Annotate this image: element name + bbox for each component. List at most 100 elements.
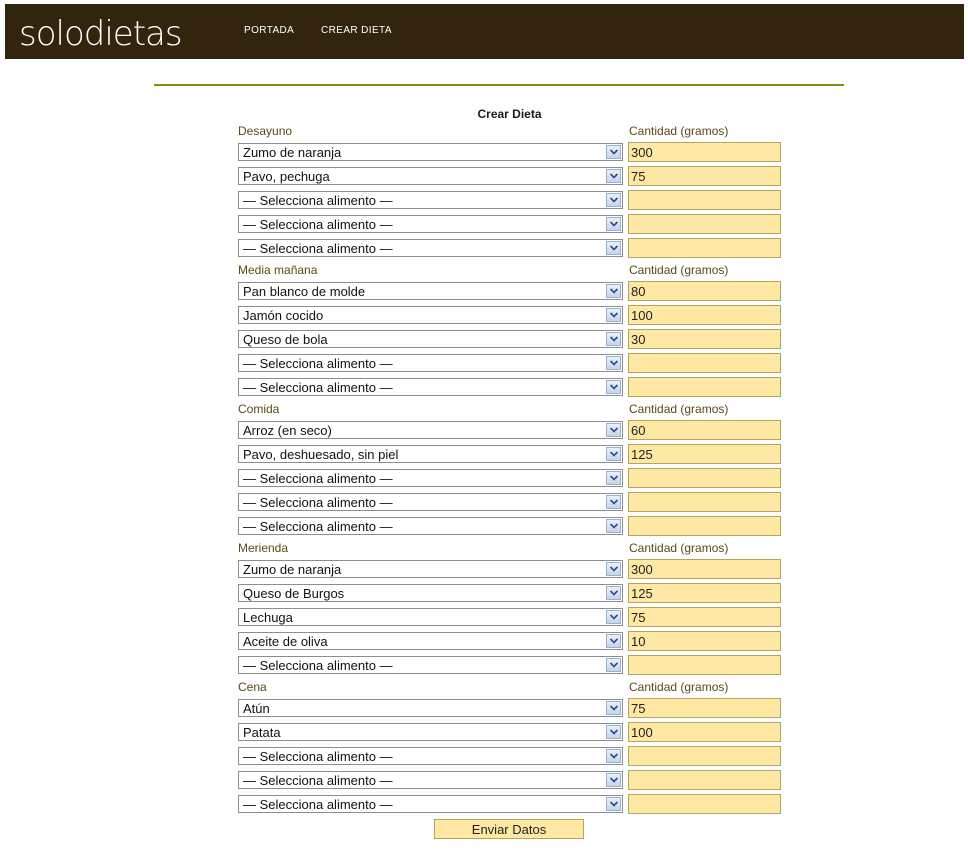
food-select[interactable]: Atún — [238, 699, 623, 717]
quantity-header: Cantidad (gramos) — [629, 402, 729, 416]
food-select[interactable]: — Selecciona alimento — — [238, 191, 623, 209]
chevron-down-icon[interactable] — [606, 284, 621, 298]
submit-button[interactable]: Enviar Datos — [434, 819, 584, 839]
food-select[interactable]: — Selecciona alimento — — [238, 795, 623, 813]
quantity-input[interactable] — [628, 281, 781, 301]
food-select[interactable]: Zumo de naranja — [238, 143, 623, 161]
quantity-input[interactable] — [628, 770, 781, 790]
chevron-down-icon[interactable] — [606, 773, 621, 787]
chevron-down-icon[interactable] — [606, 495, 621, 509]
quantity-input[interactable] — [628, 468, 781, 488]
food-select-value: Aceite de oliva — [243, 634, 328, 649]
food-select[interactable]: — Selecciona alimento — — [238, 656, 623, 674]
quantity-input[interactable] — [628, 492, 781, 512]
chevron-down-icon[interactable] — [606, 562, 621, 576]
food-select[interactable]: Queso de Burgos — [238, 584, 623, 602]
chevron-down-icon[interactable] — [606, 217, 621, 231]
nav-portada-link[interactable]: PORTADA — [244, 25, 294, 36]
food-select-value: — Selecciona alimento — — [243, 193, 393, 208]
food-select[interactable]: Aceite de oliva — [238, 632, 623, 650]
quantity-input[interactable] — [628, 444, 781, 464]
food-select-value: — Selecciona alimento — — [243, 797, 393, 812]
quantity-header: Cantidad (gramos) — [629, 263, 729, 277]
food-select[interactable]: — Selecciona alimento — — [238, 239, 623, 257]
food-select[interactable]: — Selecciona alimento — — [238, 378, 623, 396]
quantity-input[interactable] — [628, 238, 781, 258]
chevron-down-icon[interactable] — [606, 193, 621, 207]
quantity-input[interactable] — [628, 607, 781, 627]
chevron-down-icon[interactable] — [606, 610, 621, 624]
chevron-down-icon[interactable] — [606, 797, 621, 811]
food-select-value: Arroz (en seco) — [243, 423, 332, 438]
food-select[interactable]: — Selecciona alimento — — [238, 493, 623, 511]
quantity-input[interactable] — [628, 559, 781, 579]
site-logo[interactable]: solodietas — [19, 14, 183, 54]
food-select[interactable]: — Selecciona alimento — — [238, 747, 623, 765]
nav-crear-dieta-link[interactable]: CREAR DIETA — [321, 25, 392, 36]
quantity-input[interactable] — [628, 420, 781, 440]
food-select[interactable]: Patata — [238, 723, 623, 741]
chevron-down-icon[interactable] — [606, 380, 621, 394]
food-select-value: Queso de Burgos — [243, 586, 345, 601]
quantity-input[interactable] — [628, 305, 781, 325]
food-select-value: — Selecciona alimento — — [243, 773, 393, 788]
food-select[interactable]: Pan blanco de molde — [238, 282, 623, 300]
food-select-value: Pavo, pechuga — [243, 169, 330, 184]
food-select-value: Atún — [243, 701, 270, 716]
food-select[interactable]: — Selecciona alimento — — [238, 771, 623, 789]
food-select[interactable]: Lechuga — [238, 608, 623, 626]
meal-label: Comida — [238, 402, 280, 416]
chevron-down-icon[interactable] — [606, 145, 621, 159]
chevron-down-icon[interactable] — [606, 241, 621, 255]
quantity-input[interactable] — [628, 214, 781, 234]
meal-label: Cena — [238, 680, 267, 694]
food-select[interactable]: — Selecciona alimento — — [238, 517, 623, 535]
chevron-down-icon[interactable] — [606, 356, 621, 370]
chevron-down-icon[interactable] — [606, 423, 621, 437]
food-select-value: — Selecciona alimento — — [243, 519, 393, 534]
chevron-down-icon[interactable] — [606, 634, 621, 648]
quantity-input[interactable] — [628, 516, 781, 536]
food-select-value: — Selecciona alimento — — [243, 380, 393, 395]
quantity-input[interactable] — [628, 166, 781, 186]
chevron-down-icon[interactable] — [606, 749, 621, 763]
chevron-down-icon[interactable] — [606, 658, 621, 672]
chevron-down-icon[interactable] — [606, 308, 621, 322]
food-select-value: Queso de bola — [243, 332, 328, 347]
meal-label: Merienda — [238, 541, 289, 555]
quantity-input[interactable] — [628, 353, 781, 373]
quantity-input[interactable] — [628, 631, 781, 651]
quantity-header: Cantidad (gramos) — [629, 541, 729, 555]
quantity-input[interactable] — [628, 583, 781, 603]
chevron-down-icon[interactable] — [606, 519, 621, 533]
chevron-down-icon[interactable] — [606, 471, 621, 485]
chevron-down-icon[interactable] — [606, 169, 621, 183]
food-select[interactable]: — Selecciona alimento — — [238, 215, 623, 233]
quantity-input[interactable] — [628, 377, 781, 397]
food-select[interactable]: Jamón cocido — [238, 306, 623, 324]
food-select[interactable]: — Selecciona alimento — — [238, 469, 623, 487]
chevron-down-icon[interactable] — [606, 447, 621, 461]
quantity-input[interactable] — [628, 142, 781, 162]
quantity-input[interactable] — [628, 190, 781, 210]
food-select[interactable]: — Selecciona alimento — — [238, 354, 623, 372]
chevron-down-icon[interactable] — [606, 586, 621, 600]
food-select[interactable]: Queso de bola — [238, 330, 623, 348]
form-title: Crear Dieta — [477, 107, 542, 121]
quantity-header: Cantidad (gramos) — [629, 124, 729, 138]
chevron-down-icon[interactable] — [606, 332, 621, 346]
quantity-input[interactable] — [628, 329, 781, 349]
quantity-input[interactable] — [628, 698, 781, 718]
quantity-input[interactable] — [628, 746, 781, 766]
meal-label: Media mañana — [238, 263, 318, 277]
chevron-down-icon[interactable] — [606, 725, 621, 739]
food-select[interactable]: Pavo, pechuga — [238, 167, 623, 185]
food-select[interactable]: Pavo, deshuesado, sin piel — [238, 445, 623, 463]
food-select-value: Patata — [243, 725, 281, 740]
quantity-input[interactable] — [628, 655, 781, 675]
quantity-input[interactable] — [628, 722, 781, 742]
food-select[interactable]: Zumo de naranja — [238, 560, 623, 578]
chevron-down-icon[interactable] — [606, 701, 621, 715]
quantity-input[interactable] — [628, 794, 781, 814]
food-select[interactable]: Arroz (en seco) — [238, 421, 623, 439]
